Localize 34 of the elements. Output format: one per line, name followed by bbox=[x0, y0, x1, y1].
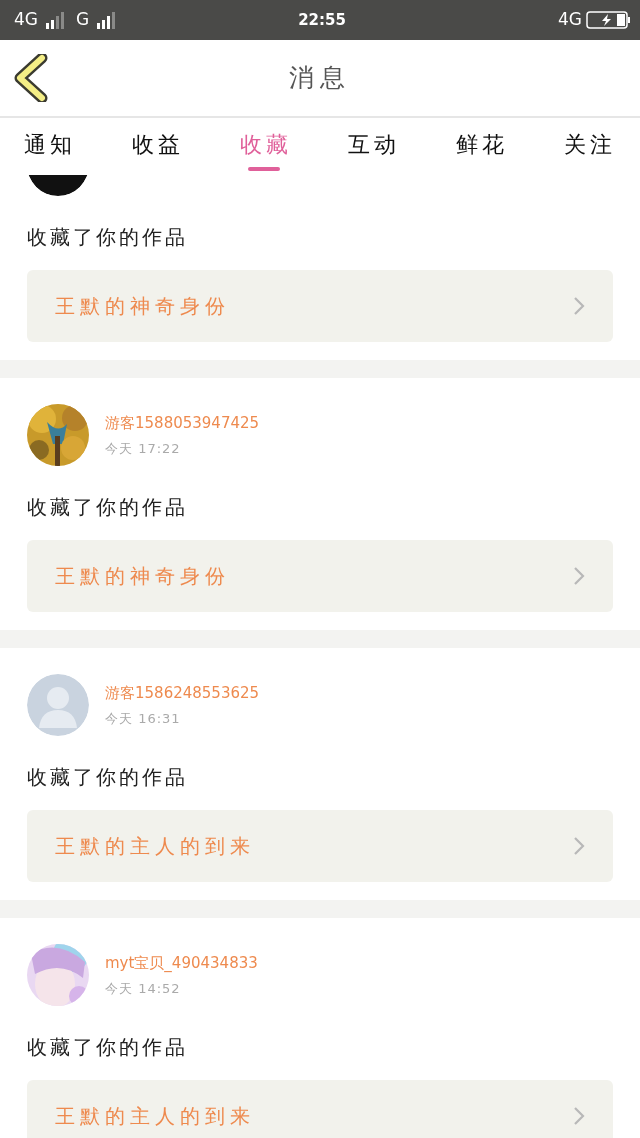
tab[interactable]: 通知 bbox=[24, 120, 76, 173]
timestamp: 今天 14:52 bbox=[105, 979, 182, 998]
back-button[interactable] bbox=[14, 54, 48, 102]
user-name[interactable]: 游客1588053947425 bbox=[105, 412, 260, 435]
chevron-icon bbox=[573, 566, 585, 586]
work-link[interactable]: 王默的主人的到来 bbox=[27, 810, 613, 882]
tab[interactable]: 收藏 bbox=[240, 120, 292, 173]
network-label: 4G bbox=[14, 8, 38, 32]
tab[interactable]: 收益 bbox=[132, 120, 184, 173]
network-label: G bbox=[76, 8, 90, 32]
avatar-icon bbox=[27, 674, 89, 736]
message-text: 收藏了你的作品 bbox=[27, 1034, 189, 1061]
user-name[interactable]: myt宝贝_490434833 bbox=[105, 952, 258, 975]
chevron-icon bbox=[573, 836, 585, 856]
signal-icon bbox=[97, 11, 116, 29]
user-name[interactable]: 游客1586248553625 bbox=[105, 682, 260, 705]
tab[interactable]: 关注 bbox=[564, 120, 616, 173]
work-link[interactable]: 王默的神奇身份 bbox=[27, 540, 613, 612]
tab[interactable]: 互动 bbox=[348, 120, 400, 173]
page-title: 消息 bbox=[289, 62, 351, 95]
work-link[interactable]: 王默的主人的到来 bbox=[27, 1080, 613, 1138]
chevron-icon bbox=[573, 1106, 585, 1126]
timestamp: 今天 17:22 bbox=[105, 439, 182, 458]
chevron-icon bbox=[573, 296, 585, 316]
timestamp: 今天 16:31 bbox=[105, 709, 182, 728]
clock: 22:55 bbox=[297, 9, 347, 31]
battery-icon bbox=[586, 11, 630, 29]
message-text: 收藏了你的作品 bbox=[27, 224, 189, 251]
signal-icon bbox=[46, 11, 64, 29]
network-label: 4G bbox=[558, 8, 582, 32]
work-link[interactable]: 王默的神奇身份 bbox=[27, 270, 613, 342]
message-text: 收藏了你的作品 bbox=[27, 494, 189, 521]
message-text: 收藏了你的作品 bbox=[27, 764, 189, 791]
tab[interactable]: 鲜花 bbox=[456, 120, 508, 173]
